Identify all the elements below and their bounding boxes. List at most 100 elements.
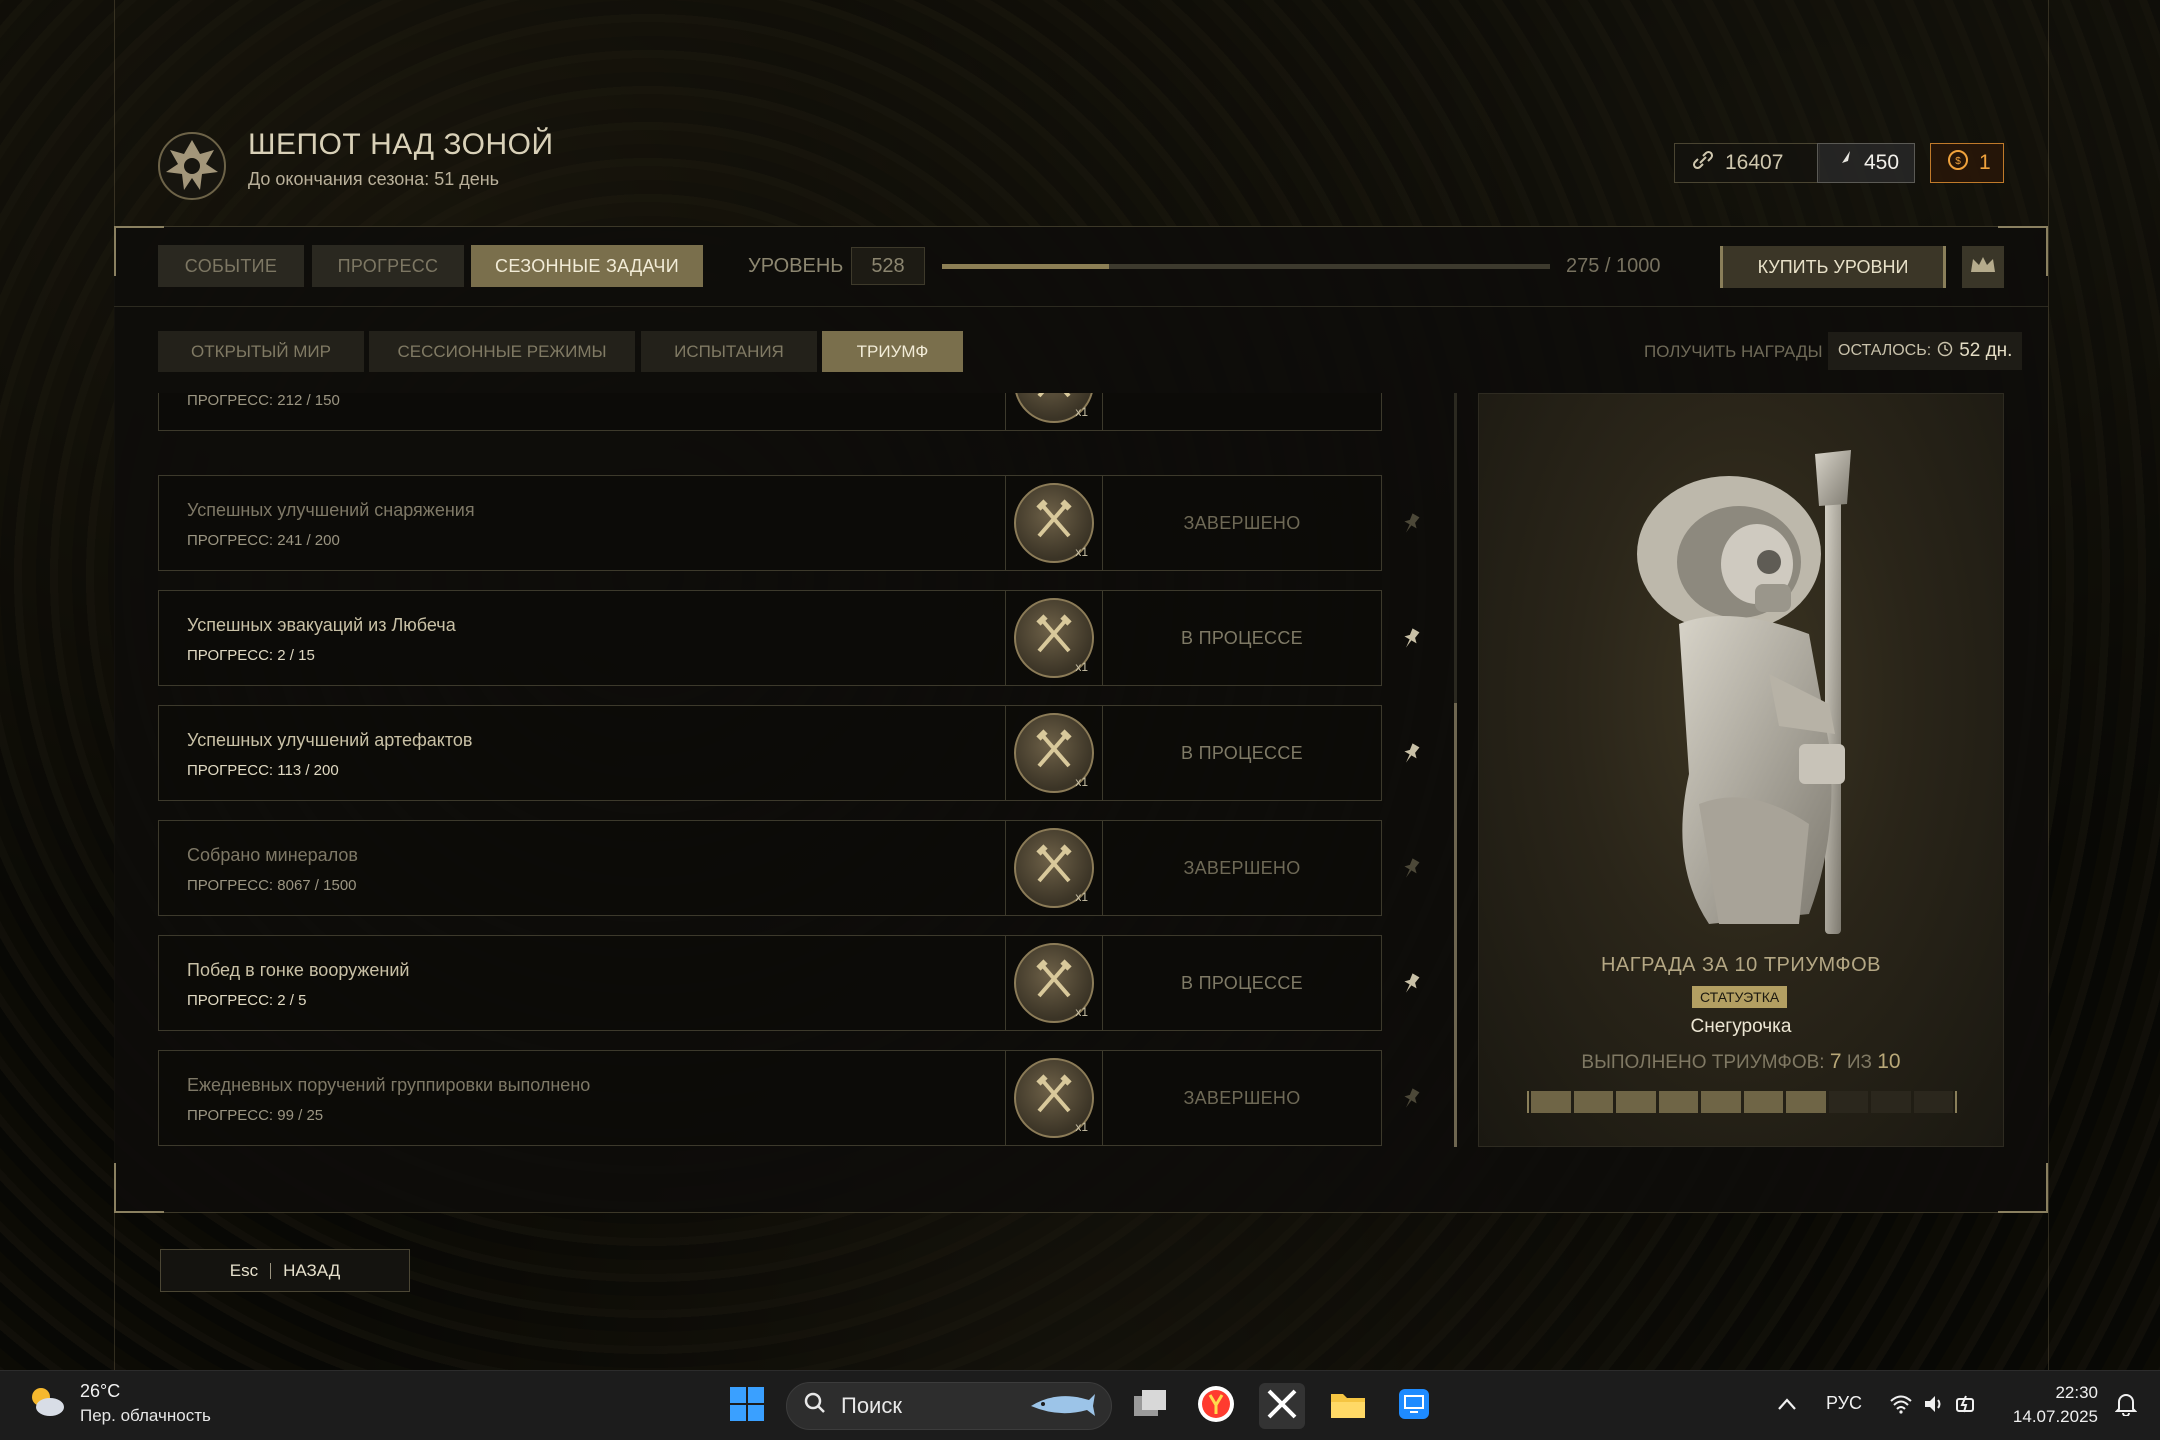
shark-highlight-icon — [1027, 1386, 1097, 1426]
remaining-time: ОСТАЛОСЬ: 52 дн. — [1828, 332, 2023, 370]
subtab-trials[interactable]: ИСПЫТАНИЯ — [641, 331, 817, 372]
file-explorer-button[interactable] — [1325, 1383, 1371, 1429]
task-name: Успешных улучшений артефактов — [187, 730, 473, 750]
task-row[interactable]: Посылок доставленоПРОГРЕСС: 212 / 150x1З… — [158, 393, 1382, 431]
link-chain-icon — [1691, 148, 1715, 178]
task-row[interactable]: Успешных улучшений артефактов ПРОГРЕСС: 1… — [158, 705, 1382, 801]
reward-medal: x1 — [1014, 713, 1094, 793]
input-language[interactable]: РУС — [1826, 1393, 1862, 1414]
back-button[interactable]: Esc НАЗАД — [160, 1249, 410, 1292]
triumph-segment — [1701, 1091, 1741, 1113]
task-row[interactable]: Собрано минералов ПРОГРЕСС: 8067 / 1500 x1… — [158, 820, 1382, 916]
tab-seasonal-tasks[interactable]: СЕЗОННЫЕ ЗАДАЧИ — [471, 245, 703, 287]
season-logo — [156, 130, 228, 202]
level-progress-fill — [942, 264, 1110, 269]
buy-levels-button[interactable]: КУПИТЬ УРОВНИ — [1720, 246, 1946, 288]
currency-coin-value: 1 — [1979, 151, 1991, 174]
reward-quantity: x1 — [1075, 1005, 1088, 1019]
subtab-triumph[interactable]: ТРИУМФ — [822, 331, 963, 372]
yandex-browser-icon — [1197, 1385, 1235, 1428]
yandex-browser-button[interactable] — [1193, 1383, 1239, 1429]
gold-coin-icon: $ — [1947, 149, 1969, 177]
pin-icon[interactable] — [1398, 393, 1424, 397]
triumph-segment — [1573, 1091, 1613, 1113]
panel-corner-tl — [114, 226, 164, 276]
partly-cloudy-icon — [26, 1383, 66, 1424]
weather-widget[interactable]: 26°C Пер. облачность — [26, 1381, 211, 1426]
clock-date: 14.07.2025 — [2012, 1407, 2098, 1426]
task-name: Побед в гонке вооружений — [187, 960, 410, 980]
feather-ticket-icon — [1834, 149, 1854, 177]
pin-icon[interactable] — [1398, 741, 1424, 767]
task-progress: ПРОГРЕСС: 2 / 15 — [187, 647, 315, 664]
tab-event[interactable]: СОБЫТИЕ — [158, 245, 304, 287]
back-key-hint: Esc — [229, 1260, 259, 1280]
reward-medal: x1 — [1014, 598, 1094, 678]
premium-button[interactable] — [1962, 246, 2004, 288]
task-progress: ПРОГРЕСС: 241 / 200 — [187, 532, 340, 549]
pin-icon[interactable] — [1398, 511, 1424, 537]
task-progress: ПРОГРЕСС: 212 / 150 — [187, 393, 340, 409]
reward-name: Снегурочка — [1690, 1016, 1792, 1037]
subtab-session-modes[interactable]: СЕССИОННЫЕ РЕЖИМЫ — [369, 331, 635, 372]
pin-icon[interactable] — [1398, 856, 1424, 882]
triumph-segment — [1616, 1091, 1656, 1113]
system-tray-quick-settings[interactable] — [1878, 1383, 1988, 1429]
pin-icon[interactable] — [1398, 1086, 1424, 1112]
task-progress: ПРОГРЕСС: 113 / 200 — [187, 762, 339, 779]
task-name: Собрано минералов — [187, 845, 358, 865]
clock-time: 22:30 — [2055, 1383, 2098, 1402]
task-reward[interactable]: x1 — [1005, 821, 1103, 915]
task-status: В ПРОЦЕССЕ — [1181, 627, 1303, 648]
currency-link-value: 16407 — [1725, 151, 1784, 174]
task-reward[interactable]: x1 — [1005, 393, 1103, 430]
bell-icon — [2114, 1392, 2138, 1421]
subtab-open-world[interactable]: ОТКРЫТЫЙ МИР — [158, 331, 364, 372]
triumph-segment — [1871, 1091, 1911, 1113]
task-status: ЗАВЕРШЕНО — [1183, 1087, 1301, 1108]
task-name: Успешных эвакуаций из Любеча — [187, 615, 456, 635]
task-reward[interactable]: x1 — [1005, 936, 1103, 1030]
task-row[interactable]: Успешных эвакуаций из Любеча ПРОГРЕСС: 2 … — [158, 590, 1382, 686]
scrollbar-thumb[interactable] — [1454, 703, 1457, 1147]
game-app-icon — [1265, 1387, 1299, 1426]
triumph-progress-segments — [1527, 1091, 1957, 1113]
pin-icon[interactable] — [1398, 626, 1424, 652]
task-list[interactable]: Посылок доставленоПРОГРЕСС: 212 / 150x1З… — [158, 393, 1428, 1147]
volume-icon — [1923, 1394, 1945, 1419]
crossed-tools-icon — [1031, 728, 1077, 779]
tray-overflow-button[interactable] — [1764, 1383, 1810, 1429]
currency-coin: $ 1 — [1930, 143, 2004, 183]
frame-line-right — [2048, 0, 2049, 1370]
remote-desktop-button[interactable] — [1391, 1383, 1437, 1429]
pin-icon[interactable] — [1398, 971, 1424, 997]
system-clock[interactable]: 22:30 14.07.2025 — [2000, 1381, 2098, 1429]
task-reward[interactable]: x1 — [1005, 706, 1103, 800]
task-reward[interactable]: x1 — [1005, 1051, 1103, 1145]
crossed-tools-icon — [1031, 1073, 1077, 1124]
task-reward[interactable]: x1 — [1005, 591, 1103, 685]
triumph-count-of: ИЗ — [1846, 1052, 1872, 1073]
task-view-button[interactable] — [1127, 1383, 1173, 1429]
task-row[interactable]: Ежедневных поручений группировки выполне… — [158, 1050, 1382, 1146]
task-reward[interactable]: x1 — [1005, 476, 1103, 570]
taskbar-search[interactable]: Поиск — [786, 1382, 1112, 1430]
claim-rewards-link[interactable]: ПОЛУЧИТЬ НАГРАДЫ — [1644, 342, 1823, 362]
game-app-button[interactable] — [1259, 1383, 1305, 1429]
task-name: Успешных улучшений снаряжения — [187, 500, 475, 520]
triumph-segment — [1913, 1091, 1953, 1113]
triumph-segment — [1658, 1091, 1698, 1113]
crossed-tools-icon — [1031, 498, 1077, 549]
triumph-count-total: 10 — [1877, 1050, 1901, 1073]
reward-quantity: x1 — [1075, 1120, 1088, 1134]
windows-start-button[interactable] — [724, 1383, 770, 1429]
notifications-button[interactable] — [2106, 1383, 2146, 1429]
task-row[interactable]: Успешных улучшений снаряжения ПРОГРЕСС: 2… — [158, 475, 1382, 571]
task-row[interactable]: Побед в гонке вооружений ПРОГРЕСС: 2 / 5 x… — [158, 935, 1382, 1031]
remaining-label: ОСТАЛОСЬ: — [1838, 342, 1932, 359]
windows-logo-icon — [730, 1386, 764, 1426]
tab-progress[interactable]: ПРОГРЕСС — [312, 245, 464, 287]
task-list-scrollbar[interactable] — [1454, 393, 1457, 1147]
reward-medal: x1 — [1014, 943, 1094, 1023]
level-value: 528 — [851, 247, 925, 285]
